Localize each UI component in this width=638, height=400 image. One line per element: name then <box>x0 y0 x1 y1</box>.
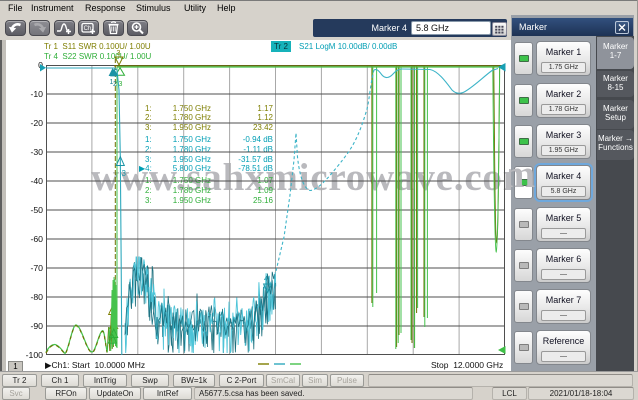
svg-text:2: 2 <box>113 81 117 88</box>
svg-text:4: 4 <box>264 276 268 283</box>
svg-text:3: 3 <box>122 169 127 178</box>
svg-text:3: 3 <box>117 50 121 57</box>
